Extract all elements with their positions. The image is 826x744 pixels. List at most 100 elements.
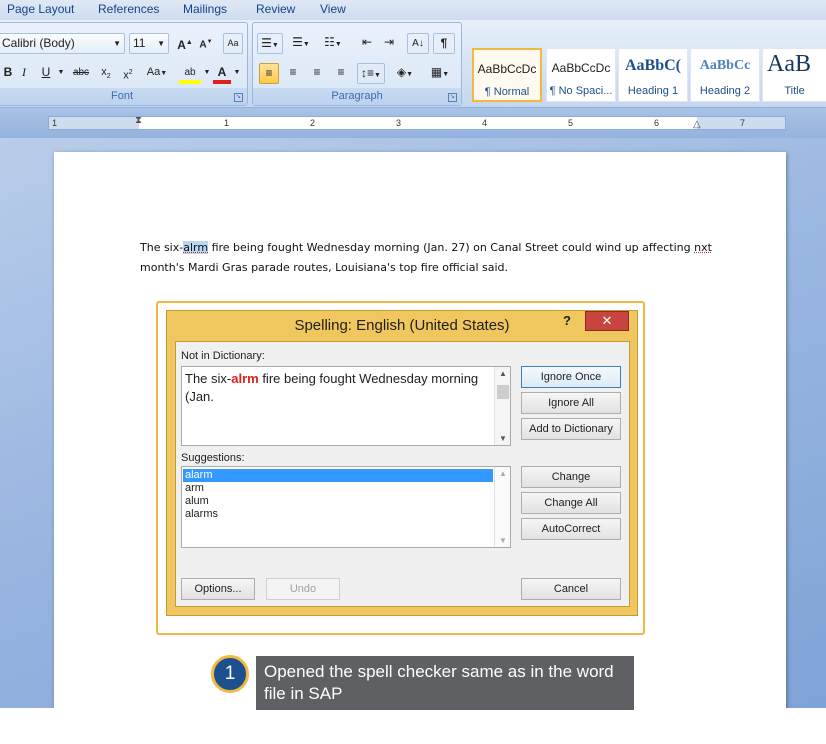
- context-scrollbar[interactable]: ▲ ▼: [494, 367, 510, 445]
- ruler-number: 1: [52, 118, 58, 128]
- not-in-dictionary-label: Not in Dictionary:: [181, 350, 265, 362]
- align-center-icon[interactable]: ≡: [283, 63, 303, 84]
- horizontal-ruler[interactable]: 1 1 2 3 4 5 6 7 ⧗ △: [48, 115, 786, 130]
- style-label: ¶ No Spaci...: [549, 85, 613, 97]
- grow-font-icon[interactable]: A▲: [175, 33, 195, 54]
- misspelled-word[interactable]: alrm: [183, 241, 209, 254]
- ruler-number: 3: [396, 118, 402, 128]
- paragraph-text: The six-: [140, 241, 184, 254]
- suggestion-item[interactable]: alarms: [183, 508, 218, 521]
- style-no-spacing[interactable]: AaBbCcDc ¶ No Spaci...: [546, 48, 616, 102]
- shading-icon[interactable]: ◈▼: [391, 63, 419, 84]
- font-size-combo[interactable]: 11 ▼: [129, 33, 169, 54]
- change-case-icon[interactable]: Aa▼: [143, 63, 171, 84]
- scroll-down-icon[interactable]: ▼: [495, 434, 511, 443]
- ribbon: Calibri (Body) ▼ 11 ▼ A▲ A▼ Aa B I U ▼ a…: [0, 20, 826, 108]
- suggestions-scrollbar[interactable]: ▲ ▼: [494, 467, 510, 547]
- suggestion-item[interactable]: alum: [183, 495, 209, 508]
- document-paragraph[interactable]: The six-alrm fire being fought Wednesday…: [140, 238, 740, 277]
- ruler-number: 4: [482, 118, 488, 128]
- suggestion-item[interactable]: alarm: [183, 469, 493, 482]
- decrease-indent-icon[interactable]: ⇤: [357, 33, 377, 54]
- dialog-body: Not in Dictionary: The six-alrm fire bei…: [175, 341, 630, 607]
- show-formatting-marks-icon[interactable]: ¶: [433, 33, 455, 54]
- style-sample: AaB: [767, 51, 811, 77]
- ignore-all-button[interactable]: Ignore All: [521, 392, 621, 414]
- close-icon[interactable]: ✕: [585, 311, 629, 331]
- line-spacing-icon[interactable]: ↕≡▼: [357, 63, 385, 84]
- spelling-dialog: Spelling: English (United States) ? ✕ No…: [166, 310, 638, 616]
- bottom-margin: [0, 708, 826, 744]
- autocorrect-button[interactable]: AutoCorrect: [521, 518, 621, 540]
- scroll-up-icon[interactable]: ▲: [495, 369, 511, 378]
- tab-review[interactable]: Review: [256, 2, 295, 16]
- justify-icon[interactable]: ≡: [331, 63, 351, 84]
- align-right-icon[interactable]: ≡: [307, 63, 327, 84]
- suggestions-list[interactable]: alarm arm alum alarms ▲ ▼: [181, 466, 511, 548]
- cancel-button[interactable]: Cancel: [521, 578, 621, 600]
- multilevel-list-icon[interactable]: ☷▼: [319, 33, 347, 54]
- ruler-number: 5: [568, 118, 574, 128]
- paragraph-text: month's Mardi Gras parade routes, Louisi…: [140, 260, 509, 274]
- ignore-once-button[interactable]: Ignore Once: [521, 366, 621, 388]
- ruler-number: 6: [654, 118, 660, 128]
- add-to-dictionary-button[interactable]: Add to Dictionary: [521, 418, 621, 440]
- scroll-thumb[interactable]: [497, 385, 509, 399]
- scroll-up-icon[interactable]: ▲: [495, 469, 511, 478]
- font-name-combo[interactable]: Calibri (Body) ▼: [0, 33, 125, 54]
- dialog-launcher-icon[interactable]: ↘: [448, 93, 457, 102]
- scroll-down-icon[interactable]: ▼: [495, 536, 511, 545]
- change-all-button[interactable]: Change All: [521, 492, 621, 514]
- strikethrough-icon[interactable]: abc: [69, 63, 93, 84]
- undo-button: Undo: [266, 578, 340, 600]
- misspelled-word[interactable]: nxt: [694, 241, 712, 254]
- chevron-down-icon: ▼: [157, 39, 165, 48]
- tab-page-layout[interactable]: Page Layout: [7, 2, 74, 16]
- change-button[interactable]: Change: [521, 466, 621, 488]
- font-color-icon[interactable]: A: [213, 63, 231, 84]
- increase-indent-icon[interactable]: ⇥: [379, 33, 399, 54]
- ruler-bar: 1 1 2 3 4 5 6 7 ⧗ △: [0, 108, 826, 138]
- sort-icon[interactable]: A↓: [407, 33, 429, 54]
- right-indent-marker-icon[interactable]: △: [693, 119, 701, 130]
- indent-marker-icon[interactable]: ⧗: [135, 115, 142, 126]
- clear-formatting-icon[interactable]: Aa: [223, 33, 243, 54]
- styles-gallery: AaBbCcDc ¶ Normal AaBbCcDc ¶ No Spaci...…: [466, 42, 826, 104]
- subscript-icon[interactable]: x2: [97, 63, 115, 84]
- help-icon[interactable]: ?: [563, 313, 571, 328]
- chevron-down-icon: ▼: [113, 39, 121, 48]
- style-heading-1[interactable]: AaBbC( Heading 1: [618, 48, 688, 102]
- suggestion-item[interactable]: arm: [183, 482, 204, 495]
- chevron-down-icon[interactable]: ▼: [203, 63, 211, 84]
- superscript-icon[interactable]: x2: [119, 63, 137, 84]
- step-number-badge: 1: [211, 655, 249, 693]
- style-heading-2[interactable]: AaBbCc Heading 2: [690, 48, 760, 102]
- style-title[interactable]: AaB Title: [762, 48, 826, 102]
- bold-icon[interactable]: B: [1, 63, 15, 84]
- context-before: The six-: [185, 371, 232, 386]
- tab-mailings[interactable]: Mailings: [183, 2, 227, 16]
- font-name-value: Calibri (Body): [2, 36, 75, 50]
- highlight-icon[interactable]: ab: [179, 63, 201, 84]
- font-size-value: 11: [133, 36, 146, 50]
- ruler-number: 1: [224, 118, 230, 128]
- chevron-down-icon[interactable]: ▼: [233, 63, 241, 84]
- dialog-launcher-icon[interactable]: ↘: [234, 93, 243, 102]
- options-button[interactable]: Options...: [181, 578, 255, 600]
- not-in-dictionary-textbox[interactable]: The six-alrm fire being fought Wednesday…: [181, 366, 511, 446]
- shrink-font-icon[interactable]: A▼: [197, 33, 215, 54]
- align-left-icon[interactable]: ≡: [259, 63, 279, 84]
- paragraph-group-label: Paragraph: [253, 88, 461, 105]
- borders-icon[interactable]: ▦▼: [425, 63, 455, 84]
- chevron-down-icon[interactable]: ▼: [57, 63, 65, 84]
- numbering-icon[interactable]: ☰▼: [287, 33, 315, 54]
- style-normal[interactable]: AaBbCcDc ¶ Normal: [472, 48, 542, 102]
- italic-icon[interactable]: I: [17, 63, 31, 84]
- style-sample: AaBbC(: [624, 57, 681, 74]
- underline-icon[interactable]: U: [37, 63, 55, 84]
- tab-references[interactable]: References: [98, 2, 159, 16]
- font-group-label: Font: [0, 88, 247, 105]
- style-sample: AaBbCcDc: [551, 61, 611, 75]
- tab-view[interactable]: View: [320, 2, 346, 16]
- bullets-icon[interactable]: ☰▼: [257, 33, 283, 54]
